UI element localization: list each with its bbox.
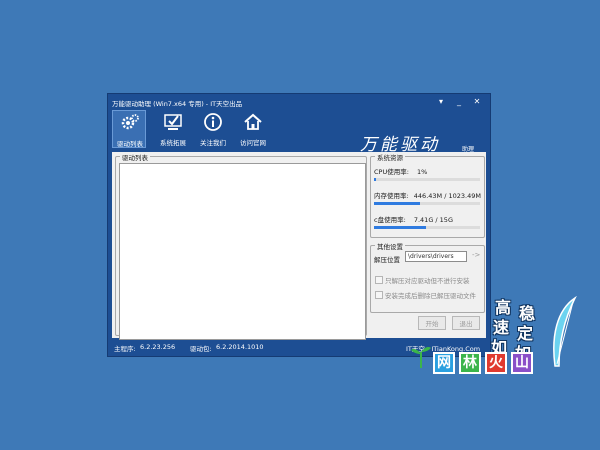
cpu-usage-label: CPU使用率: xyxy=(374,168,409,176)
disk-usage-row: c盘使用率: 7.41G / 15G xyxy=(374,214,453,224)
memory-usage-fill xyxy=(374,202,421,205)
cpu-usage-fill xyxy=(374,178,377,181)
other-settings-title: 其他设置 xyxy=(375,241,405,251)
disk-usage-label: c盘使用率: xyxy=(374,216,406,224)
toolbar-label: 关注我们 xyxy=(200,139,226,147)
menu-button[interactable]: ▾ xyxy=(434,96,448,108)
extract-only-label: 只解压对应驱动但不进行安装 xyxy=(385,277,470,285)
window-title: 万能驱动助理 (Win7.x64 专用) - IT天空出品 xyxy=(112,100,243,108)
main-program-label: 主程序: xyxy=(114,345,136,353)
disk-usage-fill xyxy=(374,226,427,229)
minimize-button[interactable]: _ xyxy=(452,96,466,108)
slogan-tile: 山 xyxy=(511,352,533,374)
driver-list-title: 驱动列表 xyxy=(120,152,150,162)
toolbar: 驱动列表 系统拓展 关注我们 访问官网 万能驱动 助理 xyxy=(108,110,490,155)
browse-arrow-button[interactable]: -> xyxy=(472,251,480,259)
disk-usage-value: 7.41G / 15G xyxy=(413,216,453,224)
slogan-tile: 林 xyxy=(459,352,481,374)
memory-usage-row: 内存使用率: 446.43M / 1023.49M xyxy=(374,190,481,200)
toolbar-label: 系统拓展 xyxy=(160,139,186,147)
memory-usage-bar xyxy=(374,202,480,205)
extract-location-label: 解压位置 xyxy=(374,256,400,264)
disk-usage-bar xyxy=(374,226,480,229)
delete-after-install-checkbox[interactable] xyxy=(375,291,383,299)
toolbar-label: 访问官网 xyxy=(240,139,266,147)
toolbar-driver-list[interactable]: 驱动列表 xyxy=(112,110,146,148)
toolbar-follow-us[interactable]: 关注我们 xyxy=(196,110,230,148)
driver-pack-version: 6.2.2014.1010 xyxy=(216,343,264,351)
system-resources-title: 系统资源 xyxy=(375,152,405,162)
monitor-check-icon xyxy=(164,114,182,130)
slogan-tile: 网 xyxy=(433,352,455,374)
slogan-graphic: 高 速 如 稳 定 如 网 林 火 山 xyxy=(407,290,597,390)
close-button[interactable]: ✕ xyxy=(470,96,484,108)
title-bar[interactable]: 万能驱动助理 (Win7.x64 专用) - IT天空出品 ▾ _ ✕ xyxy=(108,94,490,110)
cpu-usage-value: 1% xyxy=(416,168,428,176)
driver-listbox[interactable] xyxy=(119,163,366,340)
gears-icon xyxy=(121,114,139,130)
slogan-tile: 火 xyxy=(485,352,507,374)
driver-list-group: 驱动列表 xyxy=(115,152,367,340)
memory-usage-value: 446.43M / 1023.49M xyxy=(413,192,481,200)
memory-usage-label: 内存使用率: xyxy=(374,192,409,200)
toolbar-label: 驱动列表 xyxy=(117,140,143,148)
feather-icon xyxy=(553,296,577,367)
extract-only-checkbox[interactable] xyxy=(375,276,383,284)
cpu-usage-bar xyxy=(374,178,480,181)
main-program-version: 6.2.23.256 xyxy=(140,343,176,351)
info-icon xyxy=(204,113,222,131)
cpu-usage-row: CPU使用率: 1% xyxy=(374,166,427,176)
extract-path-input[interactable]: \drivers\drivers xyxy=(405,251,467,262)
system-resources-group: 系统资源 CPU使用率: 1% 内存使用率: 446.43M / 1023.49… xyxy=(370,152,485,238)
toolbar-system-extension[interactable]: 系统拓展 xyxy=(156,110,190,148)
toolbar-visit-site[interactable]: 访问官网 xyxy=(236,110,270,148)
plant-icon xyxy=(411,347,431,368)
driver-pack-label: 驱动包: xyxy=(190,345,212,353)
home-icon xyxy=(244,113,262,130)
